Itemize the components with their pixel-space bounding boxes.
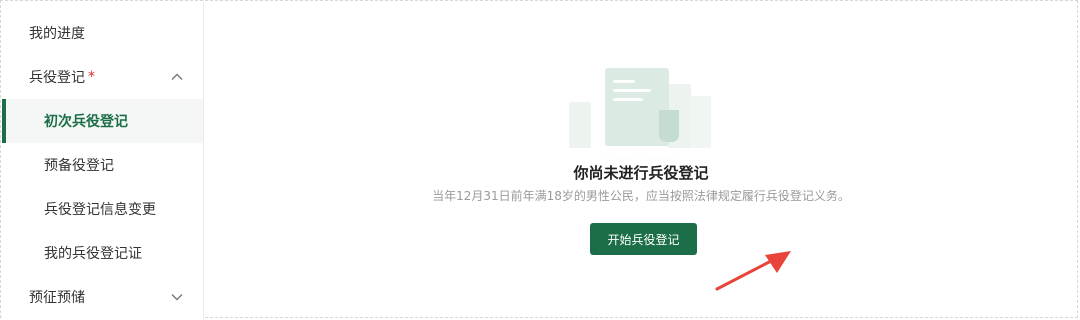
required-star: * [88,69,95,85]
start-registration-button[interactable]: 开始兵役登记 [590,223,697,255]
sidebar-item-label: 初次兵役登记 [44,114,128,130]
empty-state-description: 当年12月31日前年满18岁的男性公民，应当按照法律规定履行兵役登记义务。 [432,189,850,203]
active-indicator [2,99,6,143]
sidebar-item-label: 兵役登记信息变更 [44,202,156,218]
sidebar-item-label: 预征预储 [29,290,85,306]
sidebar-item-my-certificate[interactable]: 我的兵役登记证 [2,231,203,275]
sidebar-item-pre-enlistment[interactable]: 预征预储 [2,275,203,319]
sidebar-item-my-progress[interactable]: 我的进度 [2,11,203,55]
sidebar-item-label: 兵役登记 [29,70,85,86]
sidebar-item-military-registration[interactable]: 兵役登记 * [2,55,203,99]
sidebar-item-first-registration[interactable]: 初次兵役登记 [2,99,203,143]
sidebar-item-label: 我的兵役登记证 [44,246,142,262]
sidebar-item-label: 我的进度 [29,26,85,42]
chevron-down-icon[interactable] [169,289,185,305]
main-content: 你尚未进行兵役登记 当年12月31日前年满18岁的男性公民，应当按照法律规定履行… [204,2,1078,320]
sidebar-item-label: 预备役登记 [44,158,114,174]
empty-state-title: 你尚未进行兵役登记 [573,164,709,182]
document-illustration [557,68,725,160]
sidebar-item-registration-change[interactable]: 兵役登记信息变更 [2,187,203,231]
red-arrow-icon [715,251,791,291]
sidebar-item-reserve-registration[interactable]: 预备役登记 [2,143,203,187]
sidebar: 我的进度 兵役登记 * 初次兵役登记 预备役登记 兵役登记信息变更 我的兵役登记… [2,2,204,320]
chevron-up-icon[interactable] [169,69,185,85]
